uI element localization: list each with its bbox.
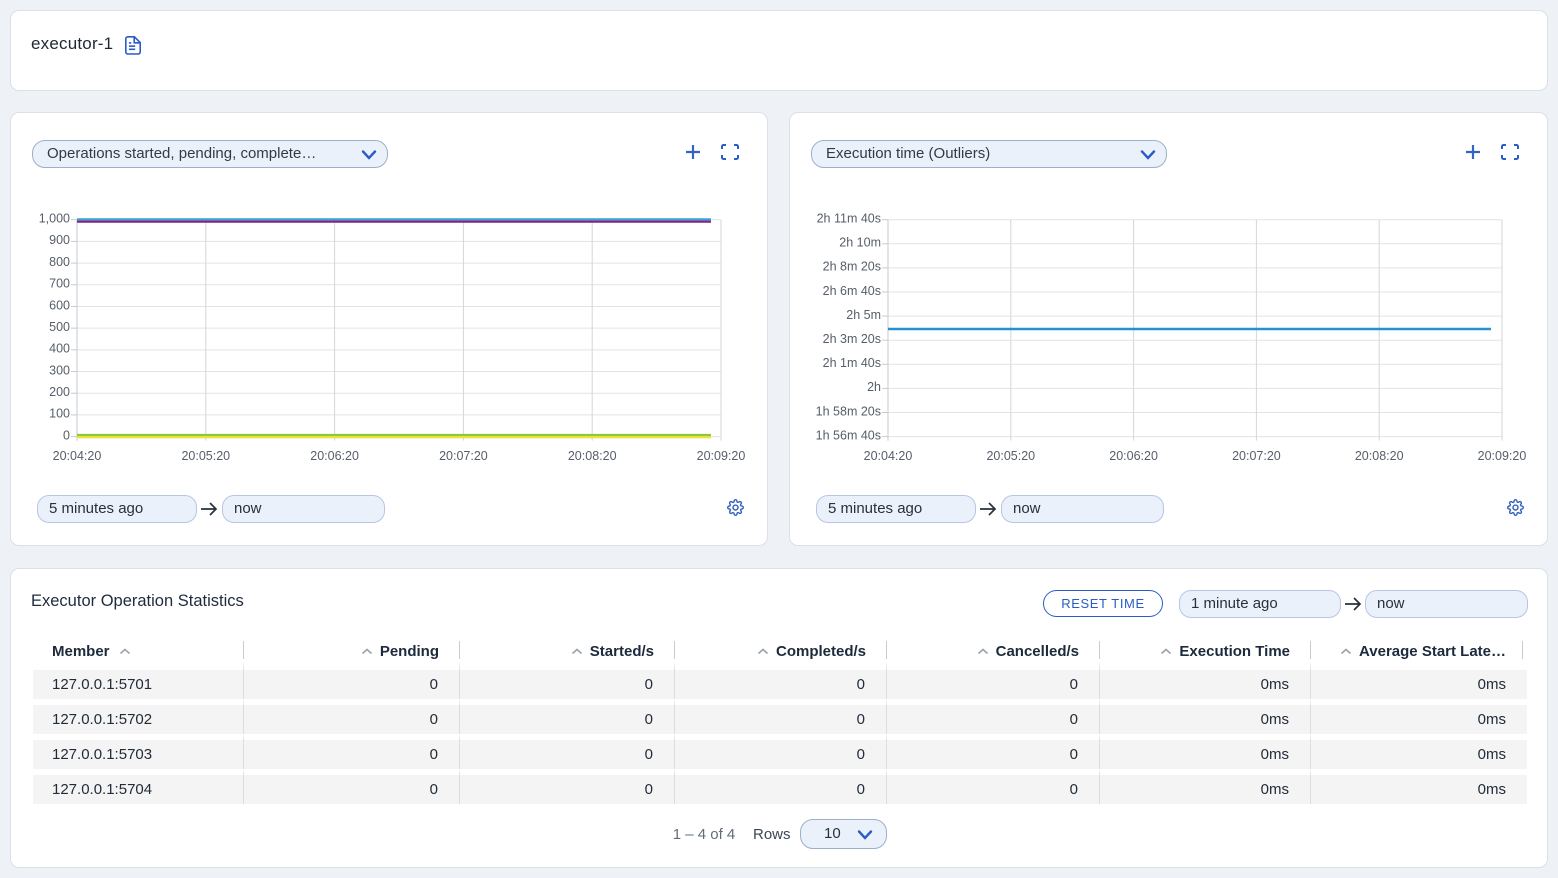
svg-text:1h 58m 20s: 1h 58m 20s: [816, 404, 881, 418]
svg-text:2h 6m 40s: 2h 6m 40s: [823, 284, 881, 298]
svg-text:2h 5m: 2h 5m: [846, 308, 881, 322]
svg-text:20:06:20: 20:06:20: [310, 449, 359, 463]
svg-text:100: 100: [49, 407, 70, 421]
svg-text:1,000: 1,000: [39, 212, 70, 226]
svg-text:300: 300: [49, 363, 70, 377]
svg-text:0: 0: [63, 428, 70, 442]
svg-text:20:09:20: 20:09:20: [1478, 449, 1527, 463]
svg-text:2h 10m: 2h 10m: [839, 236, 881, 250]
svg-text:400: 400: [49, 342, 70, 356]
svg-text:2h 1m 40s: 2h 1m 40s: [823, 356, 881, 370]
svg-text:600: 600: [49, 298, 70, 312]
svg-text:800: 800: [49, 255, 70, 269]
svg-text:900: 900: [49, 233, 70, 247]
svg-text:20:05:20: 20:05:20: [986, 449, 1035, 463]
svg-text:20:08:20: 20:08:20: [568, 449, 617, 463]
svg-text:2h 3m 20s: 2h 3m 20s: [823, 332, 881, 346]
svg-text:20:04:20: 20:04:20: [864, 449, 913, 463]
svg-text:20:07:20: 20:07:20: [1232, 449, 1281, 463]
svg-text:700: 700: [49, 277, 70, 291]
svg-text:200: 200: [49, 385, 70, 399]
svg-text:500: 500: [49, 320, 70, 334]
svg-text:2h 11m 40s: 2h 11m 40s: [817, 212, 881, 226]
svg-text:1h 56m 40s: 1h 56m 40s: [816, 428, 881, 442]
svg-text:20:08:20: 20:08:20: [1355, 449, 1404, 463]
svg-text:20:06:20: 20:06:20: [1109, 449, 1158, 463]
svg-text:2h 8m 20s: 2h 8m 20s: [823, 260, 881, 274]
svg-text:20:04:20: 20:04:20: [53, 449, 102, 463]
svg-text:20:05:20: 20:05:20: [181, 449, 230, 463]
svg-text:20:07:20: 20:07:20: [439, 449, 488, 463]
svg-text:2h: 2h: [867, 380, 881, 394]
svg-text:20:09:20: 20:09:20: [697, 449, 746, 463]
